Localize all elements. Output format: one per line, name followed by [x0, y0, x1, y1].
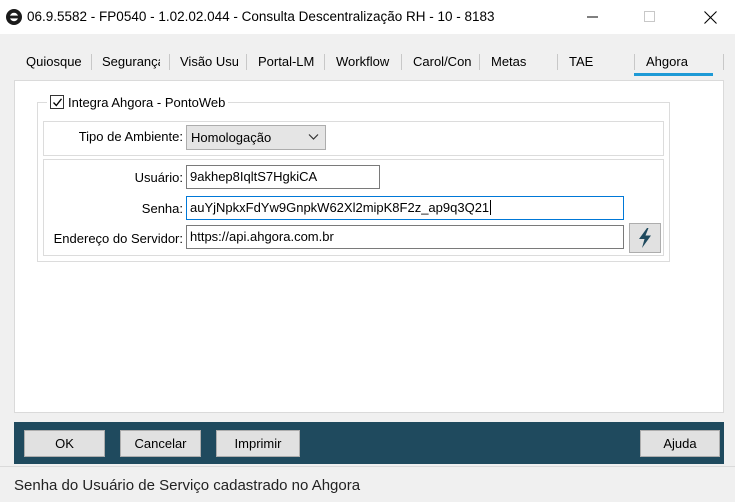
text-caret — [490, 200, 492, 215]
usuario-value: 9akhep8IqltS7HgkiCA — [190, 169, 318, 184]
tab-divider — [723, 54, 724, 70]
imprimir-button[interactable]: Imprimir — [216, 430, 300, 457]
integra-ahgora-checkbox-label[interactable]: Integra Ahgora - PontoWeb — [47, 93, 229, 111]
tab-portal-lm[interactable]: Portal-LM — [258, 44, 318, 78]
integra-ahgora-label: Integra Ahgora - PontoWeb — [68, 94, 226, 110]
tab-seguranca[interactable]: Segurança — [102, 44, 160, 78]
senha-label: Senha: — [141, 201, 183, 216]
active-tab-indicator — [634, 73, 713, 76]
tab-strip: Quiosque Segurança Visão Usuário Portal-… — [14, 44, 724, 78]
tab-tae[interactable]: TAE — [569, 44, 614, 78]
tab-divider — [634, 54, 635, 70]
tab-divider — [324, 54, 325, 70]
tab-divider — [91, 54, 92, 70]
minimize-button[interactable] — [570, 0, 616, 34]
tab-metas[interactable]: Metas — [491, 44, 536, 78]
title-bar: 06.9.5582 - FP0540 - 1.02.02.044 - Consu… — [0, 0, 735, 34]
tab-divider — [401, 54, 402, 70]
ok-button[interactable]: OK — [24, 430, 105, 457]
tab-carol-conector[interactable]: Carol/Conector — [413, 44, 471, 78]
tab-divider — [557, 54, 558, 70]
close-icon — [703, 10, 717, 24]
minimize-icon — [587, 16, 598, 18]
window-title: 06.9.5582 - FP0540 - 1.02.02.044 - Consu… — [27, 9, 495, 24]
tab-workflow[interactable]: Workflow — [336, 44, 394, 78]
servidor-value: https://api.ahgora.com.br — [190, 229, 334, 244]
status-text: Senha do Usuário de Serviço cadastrado n… — [14, 477, 361, 494]
senha-value: auYjNpkxFdYw9GnpkW62Xl2mipK8F2z_ap9q3Q21 — [190, 200, 490, 215]
ajuda-button[interactable]: Ajuda — [640, 430, 720, 457]
totvs-logo-icon — [6, 9, 22, 25]
tipo-ambiente-value: Homologação — [191, 130, 272, 145]
integra-ahgora-checkbox[interactable] — [50, 95, 64, 109]
tab-quiosque[interactable]: Quiosque — [26, 44, 83, 78]
usuario-input[interactable]: 9akhep8IqltS7HgkiCA — [186, 165, 380, 189]
tab-divider — [246, 54, 247, 70]
usuario-label: Usuário: — [134, 170, 183, 185]
tab-visao-usuario[interactable]: Visão Usuário — [180, 44, 238, 78]
test-connection-button[interactable] — [629, 223, 661, 253]
lightning-bolt-icon — [639, 228, 651, 248]
close-button[interactable] — [687, 0, 733, 34]
checkmark-icon — [52, 97, 62, 107]
servidor-label: Endereço do Servidor: — [53, 231, 183, 246]
maximize-button[interactable] — [627, 0, 673, 34]
cancelar-button[interactable]: Cancelar — [120, 430, 201, 457]
status-bar: Senha do Usuário de Serviço cadastrado n… — [0, 466, 735, 502]
tab-divider — [479, 54, 480, 70]
tipo-ambiente-label: Tipo de Ambiente: — [78, 129, 183, 144]
maximize-icon — [644, 11, 655, 22]
servidor-input[interactable]: https://api.ahgora.com.br — [186, 225, 624, 249]
chevron-down-icon — [308, 134, 319, 140]
senha-input[interactable]: auYjNpkxFdYw9GnpkW62Xl2mipK8F2z_ap9q3Q21 — [186, 196, 624, 220]
tipo-ambiente-select[interactable]: Homologação — [186, 125, 326, 150]
tab-divider — [169, 54, 170, 70]
